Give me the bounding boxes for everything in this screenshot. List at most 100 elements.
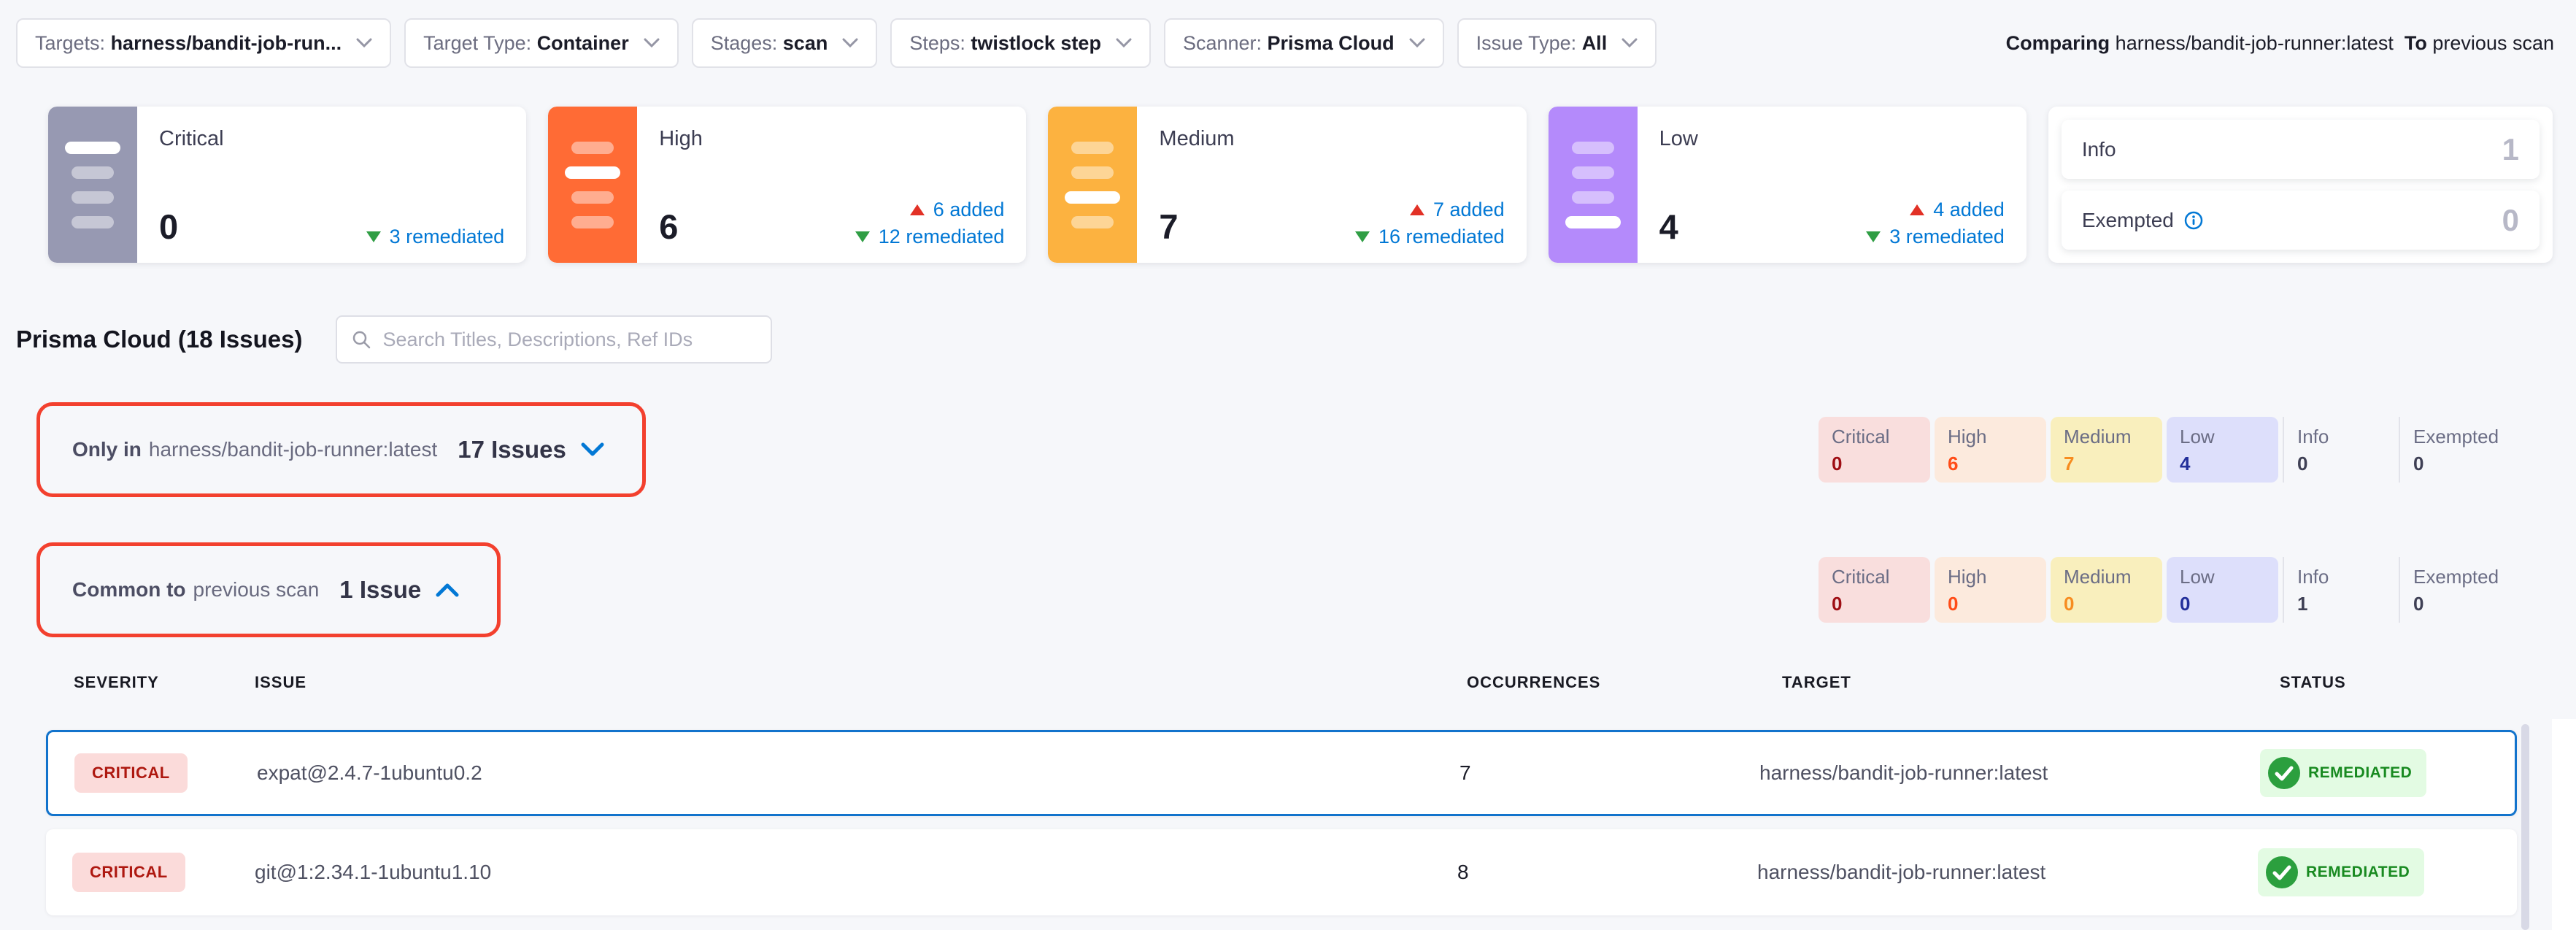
- chevron-down-icon: [1409, 38, 1425, 48]
- card-title: Critical: [159, 127, 224, 151]
- added-link[interactable]: 6 added: [910, 199, 1005, 221]
- filter-stages[interactable]: Stages: scan: [692, 18, 878, 68]
- added-link[interactable]: 7 added: [1410, 199, 1505, 221]
- exempted-chip: Exempted0: [2399, 557, 2510, 623]
- common-to-group-header[interactable]: Common to previous scan 1 Issue: [36, 542, 501, 637]
- issue-row-expat[interactable]: CRITICAL expat@2.4.7-1ubuntu0.2 7 harnes…: [46, 730, 2517, 816]
- comparing-middle: To: [2405, 32, 2427, 54]
- card-title: High: [659, 127, 703, 151]
- filter-scanner[interactable]: Scanner: Prisma Cloud: [1164, 18, 1444, 68]
- chevron-down-icon: [1116, 38, 1132, 48]
- triangle-down-icon: [366, 231, 381, 242]
- group-issue-count: 17 Issues: [458, 436, 566, 464]
- low-summary-card[interactable]: Low 4 4 added 3 remediated: [1549, 107, 2027, 263]
- triangle-up-icon: [1410, 204, 1424, 215]
- group-target-name: harness/bandit-job-runner:latest: [149, 438, 437, 461]
- triangle-down-icon: [1355, 231, 1370, 242]
- remediated-link[interactable]: 12 remediated: [855, 226, 1005, 248]
- remediated-link[interactable]: 16 remediated: [1355, 226, 1505, 248]
- info-value: 1: [2502, 132, 2519, 167]
- triangle-down-icon: [855, 231, 870, 242]
- common-to-severity-chips: Critical0 High0 Medium0 Low0 Info1 Exemp…: [1819, 557, 2515, 623]
- column-header-occurrences: OCCURRENCES: [1467, 673, 1600, 692]
- vertical-scrollbar[interactable]: [2521, 724, 2529, 930]
- info-stat-row[interactable]: Info 1: [2062, 120, 2540, 179]
- card-title: Low: [1659, 127, 1698, 151]
- comparing-target: harness/bandit-job-runner:latest: [2116, 32, 2394, 54]
- triangle-up-icon: [910, 204, 925, 215]
- search-input[interactable]: [382, 328, 756, 351]
- info-exempted-card: Info 1 Exempted 0: [2048, 107, 2553, 263]
- filter-value: Prisma Cloud: [1268, 32, 1395, 54]
- filter-value: harness/bandit-job-run...: [111, 32, 342, 54]
- check-circle-icon: [2267, 756, 2301, 790]
- critical-chip: Critical0: [1819, 417, 1930, 483]
- severity-summary-row: Critical 0 3 remediated High 6 6 added 1…: [48, 107, 2553, 263]
- search-box: [336, 315, 772, 364]
- low-chip: Low0: [2167, 557, 2278, 623]
- issue-row-git[interactable]: CRITICAL git@1:2.34.1-1ubuntu1.10 8 harn…: [46, 829, 2517, 915]
- exempted-stat-row[interactable]: Exempted 0: [2062, 191, 2540, 250]
- chevron-down-icon: [581, 442, 604, 457]
- section-title: Prisma Cloud (18 Issues): [16, 326, 302, 353]
- info-chip: Info1: [2283, 557, 2394, 623]
- status-badge: REMEDIATED: [2258, 848, 2424, 896]
- filter-label: Stages:: [711, 32, 778, 54]
- critical-summary-card[interactable]: Critical 0 3 remediated: [48, 107, 526, 263]
- filter-bar: Targets: harness/bandit-job-run... Targe…: [16, 18, 2554, 69]
- search-icon: [352, 330, 371, 349]
- column-header-severity: SEVERITY: [74, 673, 159, 692]
- group-issue-count: 1 Issue: [339, 576, 421, 604]
- added-link[interactable]: 4 added: [1910, 199, 2005, 221]
- card-count: 0: [159, 207, 178, 247]
- exempted-label: Exempted: [2082, 209, 2174, 232]
- target-name: harness/bandit-job-runner:latest: [1759, 761, 2048, 785]
- filter-issue-type[interactable]: Issue Type: All: [1457, 18, 1657, 68]
- filter-label: Steps:: [909, 32, 965, 54]
- filter-targets[interactable]: Targets: harness/bandit-job-run...: [16, 18, 391, 68]
- high-summary-card[interactable]: High 6 6 added 12 remediated: [548, 107, 1026, 263]
- medium-severity-icon: [1048, 107, 1137, 263]
- card-count: 7: [1159, 207, 1178, 247]
- chevron-up-icon: [436, 583, 459, 597]
- filter-value: All: [1582, 32, 1608, 54]
- column-header-status: STATUS: [2280, 673, 2346, 692]
- high-chip: High6: [1935, 417, 2046, 483]
- filter-value: twistlock step: [971, 32, 1101, 54]
- filter-label: Issue Type:: [1476, 32, 1577, 54]
- card-count: 6: [659, 207, 678, 247]
- target-name: harness/bandit-job-runner:latest: [1757, 861, 2045, 884]
- severity-badge: CRITICAL: [74, 753, 188, 793]
- filter-steps[interactable]: Steps: twistlock step: [890, 18, 1151, 68]
- medium-chip: Medium7: [2051, 417, 2162, 483]
- filter-target-type[interactable]: Target Type: Container: [404, 18, 679, 68]
- chevron-down-icon: [842, 38, 858, 48]
- exempted-chip: Exempted0: [2399, 417, 2510, 483]
- medium-summary-card[interactable]: Medium 7 7 added 16 remediated: [1048, 107, 1526, 263]
- remediated-link[interactable]: 3 remediated: [366, 226, 505, 248]
- info-icon[interactable]: [2184, 211, 2203, 230]
- triangle-down-icon: [1866, 231, 1881, 242]
- occurrences-count: 8: [1457, 861, 1469, 884]
- filter-value: scan: [783, 32, 828, 54]
- comparing-prefix: Comparing: [2006, 32, 2110, 54]
- triangle-up-icon: [1910, 204, 1924, 215]
- column-header-issue: ISSUE: [255, 673, 306, 692]
- status-badge: REMEDIATED: [2260, 749, 2426, 797]
- only-in-severity-chips: Critical0 High6 Medium7 Low4 Info0 Exemp…: [1819, 417, 2515, 483]
- chevron-down-icon: [1621, 38, 1638, 48]
- comparing-summary: Comparing harness/bandit-job-runner:late…: [2006, 32, 2554, 55]
- info-chip: Info0: [2283, 417, 2394, 483]
- critical-severity-icon: [48, 107, 137, 263]
- filter-value: Container: [537, 32, 629, 54]
- side-panel-edge: [2552, 719, 2576, 930]
- issues-table-header: SEVERITY ISSUE OCCURRENCES TARGET STATUS: [0, 673, 2576, 699]
- group-prefix: Only in: [72, 438, 142, 461]
- remediated-link[interactable]: 3 remediated: [1866, 226, 2005, 248]
- issue-name: git@1:2.34.1-1ubuntu1.10: [255, 861, 491, 884]
- low-severity-icon: [1549, 107, 1638, 263]
- medium-chip: Medium0: [2051, 557, 2162, 623]
- filter-label: Target Type:: [423, 32, 531, 54]
- group-target-name: previous scan: [193, 578, 320, 602]
- only-in-group-header[interactable]: Only in harness/bandit-job-runner:latest…: [36, 402, 646, 497]
